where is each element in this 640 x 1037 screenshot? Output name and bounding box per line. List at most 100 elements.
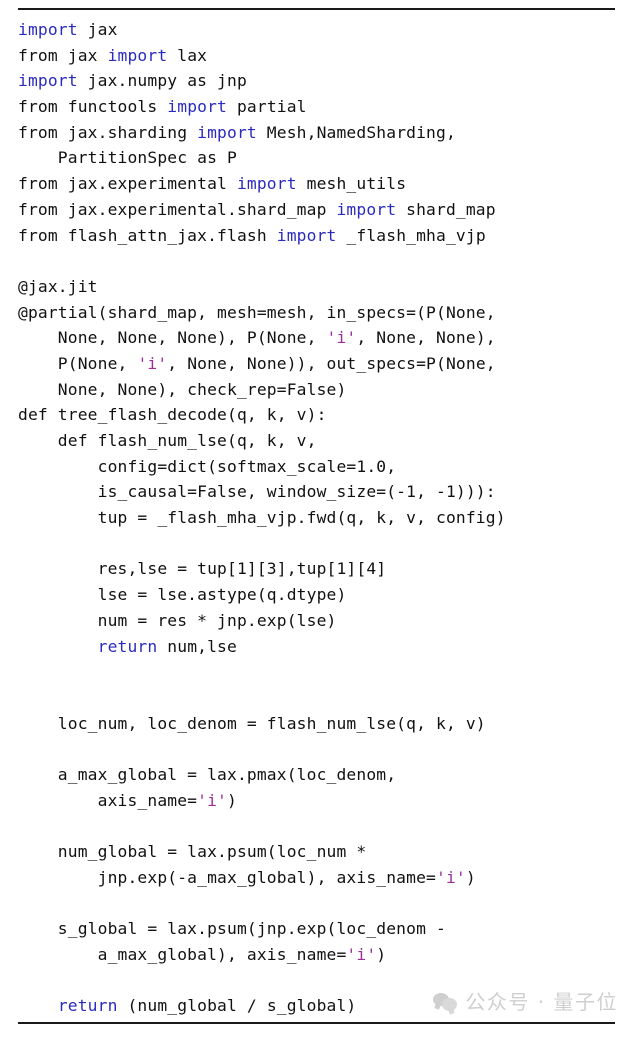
code-line: config=dict(softmax_scale=1.0, [18, 454, 628, 480]
code-token: import [336, 199, 397, 219]
code-token: jnp.exp(-a_max_global), axis_name= [18, 867, 436, 887]
code-line: num_global = lax.psum(loc_num * [18, 839, 628, 865]
code-token: res,lse = tup[1][3],tup[1][4] [18, 559, 387, 579]
code-token: 'i' [436, 867, 466, 887]
code-line: from jax.sharding import Mesh,NamedShard… [18, 120, 628, 146]
code-line: def flash_num_lse(q, k, v, [18, 428, 628, 454]
code-token: import [18, 20, 78, 39]
code-line: @jax.jit [18, 274, 628, 300]
code-line: axis_name='i') [18, 788, 628, 814]
code-token: import [18, 71, 78, 91]
code-token: P(None, [18, 353, 138, 373]
code-token: num,lse [157, 636, 237, 656]
code-token: num_global = lax.psum(loc_num * [18, 842, 367, 861]
code-line: return num,lse [18, 634, 628, 660]
code-token: def tree_flash_decode(q, k, v): [18, 405, 327, 425]
code-token: shard_map [396, 199, 496, 219]
code-token: , None, None)), out_specs=P(None, [167, 353, 496, 373]
code-line: from flash_attn_jax.flash import _flash_… [18, 223, 628, 249]
code-line: @partial(shard_map, mesh=mesh, in_specs=… [18, 300, 628, 326]
code-token: 'i' [197, 790, 227, 810]
code-token: Mesh,NamedSharding, [256, 122, 456, 142]
code-line: P(None, 'i', None, None)), out_specs=P(N… [18, 351, 628, 377]
code-token: num = res * jnp.exp(lse) [18, 610, 337, 630]
code-token: PartitionSpec as P [18, 148, 237, 168]
code-token: @jax.jit [18, 276, 98, 296]
code-token: @partial(shard_map, mesh=mesh, in_specs=… [18, 302, 496, 322]
code-line: jnp.exp(-a_max_global), axis_name='i') [18, 865, 628, 891]
code-token: jax.numpy as jnp [77, 71, 247, 91]
code-token: ) [376, 944, 387, 964]
code-line: from jax.experimental import mesh_utils [18, 171, 628, 197]
code-line: a_max_global), axis_name='i') [18, 942, 628, 968]
code-token: lax [167, 45, 208, 65]
code-token: axis_name= [18, 790, 198, 810]
code-token: ) [227, 790, 237, 810]
code-listing: import jax from jax import lax import jax.… [0, 0, 640, 1037]
code-line: loc_num, loc_denom = flash_num_lse(q, k,… [18, 711, 628, 737]
code-line: is_causal=False, window_size=(-1, -1))): [18, 479, 628, 505]
code-line: s_global = lax.psum(jnp.exp(loc_denom - [18, 916, 628, 942]
listing-bottom-rule [18, 1022, 615, 1024]
code-line: from jax import lax [18, 43, 628, 69]
code-token: mesh_utils [296, 174, 407, 194]
code-token: from functools [18, 97, 168, 117]
code-token: jax [77, 20, 118, 39]
code-token: a_max_global = lax.pmax(loc_denom, [18, 764, 397, 784]
code-token: loc_num, loc_denom = flash_num_lse(q, k,… [18, 713, 486, 733]
code-token: import [276, 225, 337, 245]
code-block: import jax from jax import lax import jax.… [18, 17, 628, 1019]
code-token: from jax [18, 45, 108, 65]
code-token: return [57, 996, 118, 1016]
code-line: import jax.numpy as jnp [18, 68, 628, 94]
code-token: None, None), check_rep=False) [18, 379, 347, 399]
code-line: def tree_flash_decode(q, k, v): [18, 402, 628, 428]
code-token: lse = lse.astype(q.dtype) [18, 585, 347, 605]
code-line: PartitionSpec as P [18, 145, 628, 171]
listing-top-rule [18, 8, 615, 10]
code-line: num = res * jnp.exp(lse) [18, 608, 628, 634]
code-token: s_global = lax.psum(jnp.exp(loc_denom - [18, 919, 446, 939]
code-token: a_max_global), axis_name= [18, 944, 347, 964]
code-token: 'i' [346, 944, 377, 964]
code-token: import [107, 45, 168, 65]
code-token: def flash_num_lse(q, k, v, [18, 431, 317, 450]
code-token: _flash_mha_vjp [336, 225, 486, 245]
code-token: , None, None), [356, 328, 496, 348]
code-line: tup = _flash_mha_vjp.fwd(q, k, v, config… [18, 505, 628, 531]
code-token: from jax.experimental.shard_map [18, 199, 337, 219]
code-token: from flash_attn_jax.flash [18, 225, 277, 245]
code-token: 'i' [137, 353, 168, 373]
code-line: from functools import partial [18, 94, 628, 120]
code-token: import [167, 97, 228, 117]
code-token: ) [465, 867, 476, 887]
code-token: (num_global / s_global) [117, 996, 357, 1016]
code-line: from jax.experimental.shard_map import s… [18, 197, 628, 223]
code-line: lse = lse.astype(q.dtype) [18, 582, 628, 608]
code-line: return (num_global / s_global) [18, 993, 628, 1019]
code-line: None, None, None), P(None, 'i', None, No… [18, 325, 628, 351]
code-token: config=dict(softmax_scale=1.0, [18, 456, 397, 476]
code-line: None, None), check_rep=False) [18, 377, 628, 403]
code-token: from jax.sharding [18, 122, 198, 142]
code-token: tup = _flash_mha_vjp.fwd(q, k, v, config… [18, 508, 506, 528]
code-token: partial [227, 97, 307, 117]
code-token: from jax.experimental [18, 174, 237, 194]
code-token: 'i' [326, 328, 357, 348]
code-token: import [197, 122, 257, 142]
code-token: return [97, 636, 158, 656]
code-token: None, None, None), P(None, [18, 328, 327, 348]
code-line: import jax [18, 17, 628, 43]
code-token: import [236, 174, 297, 194]
code-line: a_max_global = lax.pmax(loc_denom, [18, 762, 628, 788]
